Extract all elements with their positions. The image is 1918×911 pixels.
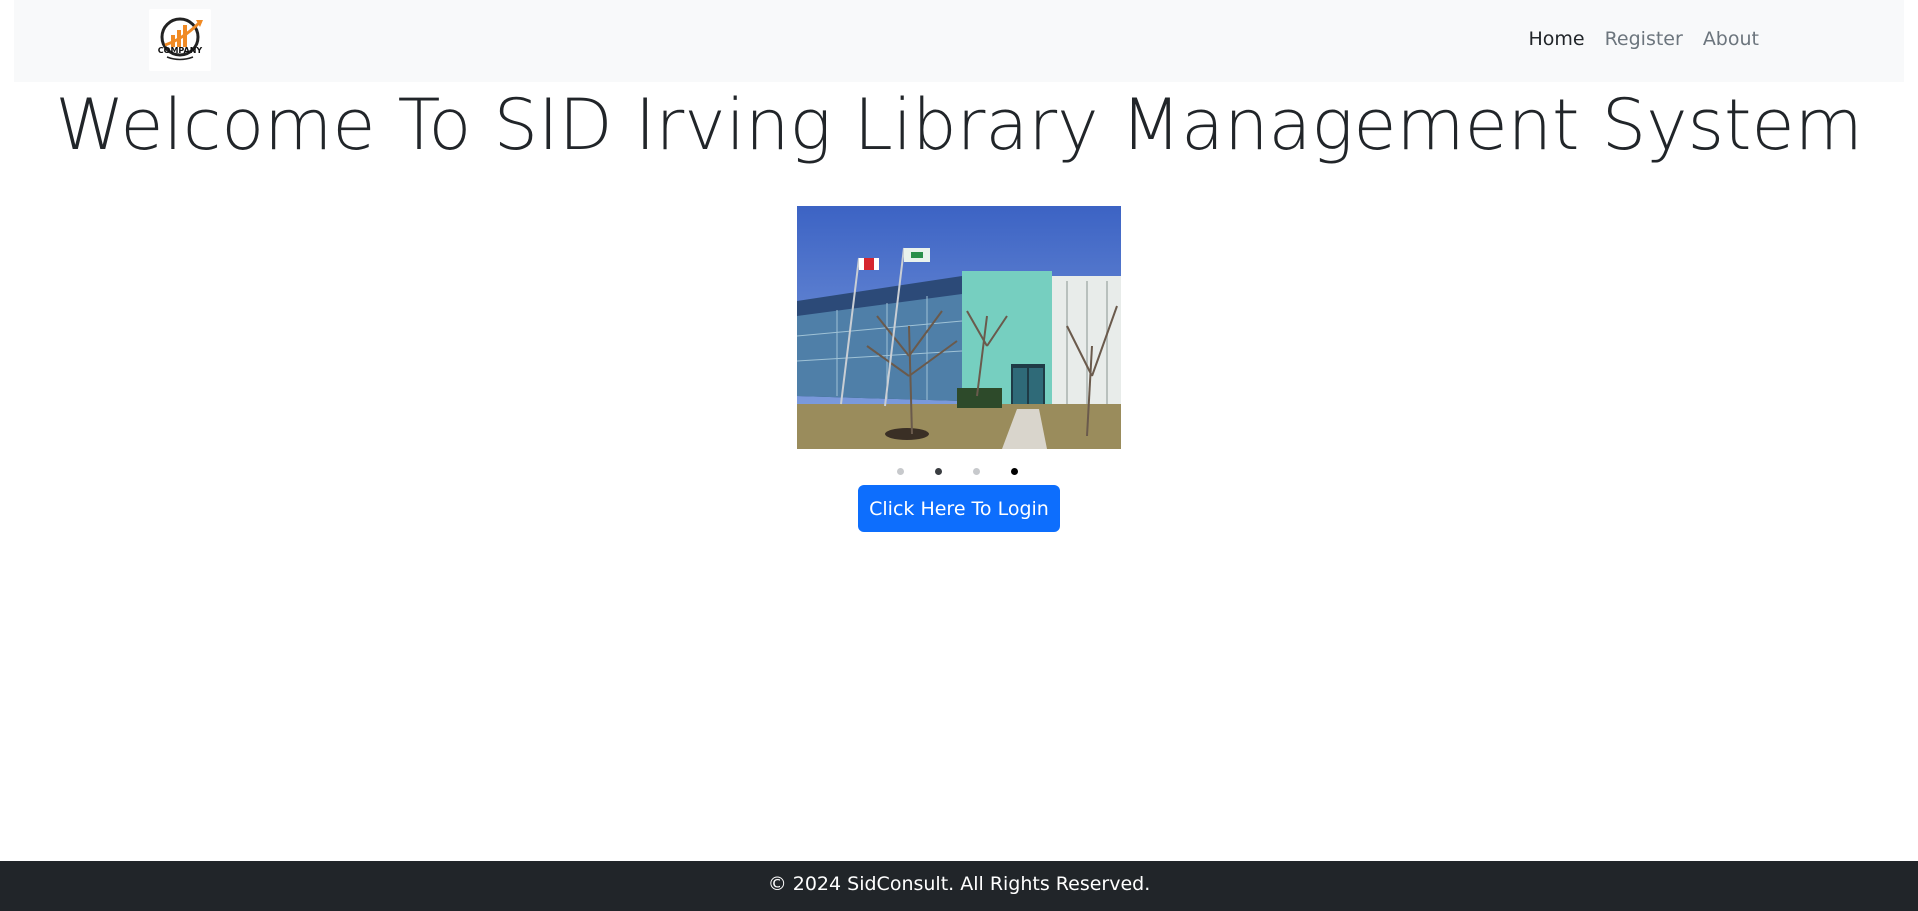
carousel-indicator-4[interactable] [1011, 468, 1018, 475]
carousel-indicators [897, 468, 1021, 478]
footer: © 2024 SidConsult. All Rights Reserved. [0, 861, 1918, 911]
navbar: COMPANY Home Register About [14, 0, 1904, 82]
page-title: Welcome To SID Irving Library Management… [55, 84, 1863, 166]
nav-about[interactable]: About [1703, 28, 1759, 50]
carousel-indicator-1[interactable] [897, 468, 904, 475]
carousel-indicator-2[interactable] [935, 468, 942, 475]
building-carousel[interactable] [797, 206, 1121, 449]
nav-register[interactable]: Register [1605, 28, 1683, 50]
building-photo [797, 206, 1121, 449]
nav-home[interactable]: Home [1528, 28, 1584, 50]
login-button[interactable]: Click Here To Login [858, 485, 1060, 532]
carousel-indicator-3[interactable] [973, 468, 980, 475]
company-logo-icon: COMPANY [158, 17, 203, 61]
footer-copyright: © 2024 SidConsult. All Rights Reserved. [767, 873, 1151, 895]
company-logo[interactable]: COMPANY [149, 9, 211, 71]
nav-links: Home Register About [1528, 28, 1759, 50]
svg-text:COMPANY: COMPANY [158, 46, 203, 55]
